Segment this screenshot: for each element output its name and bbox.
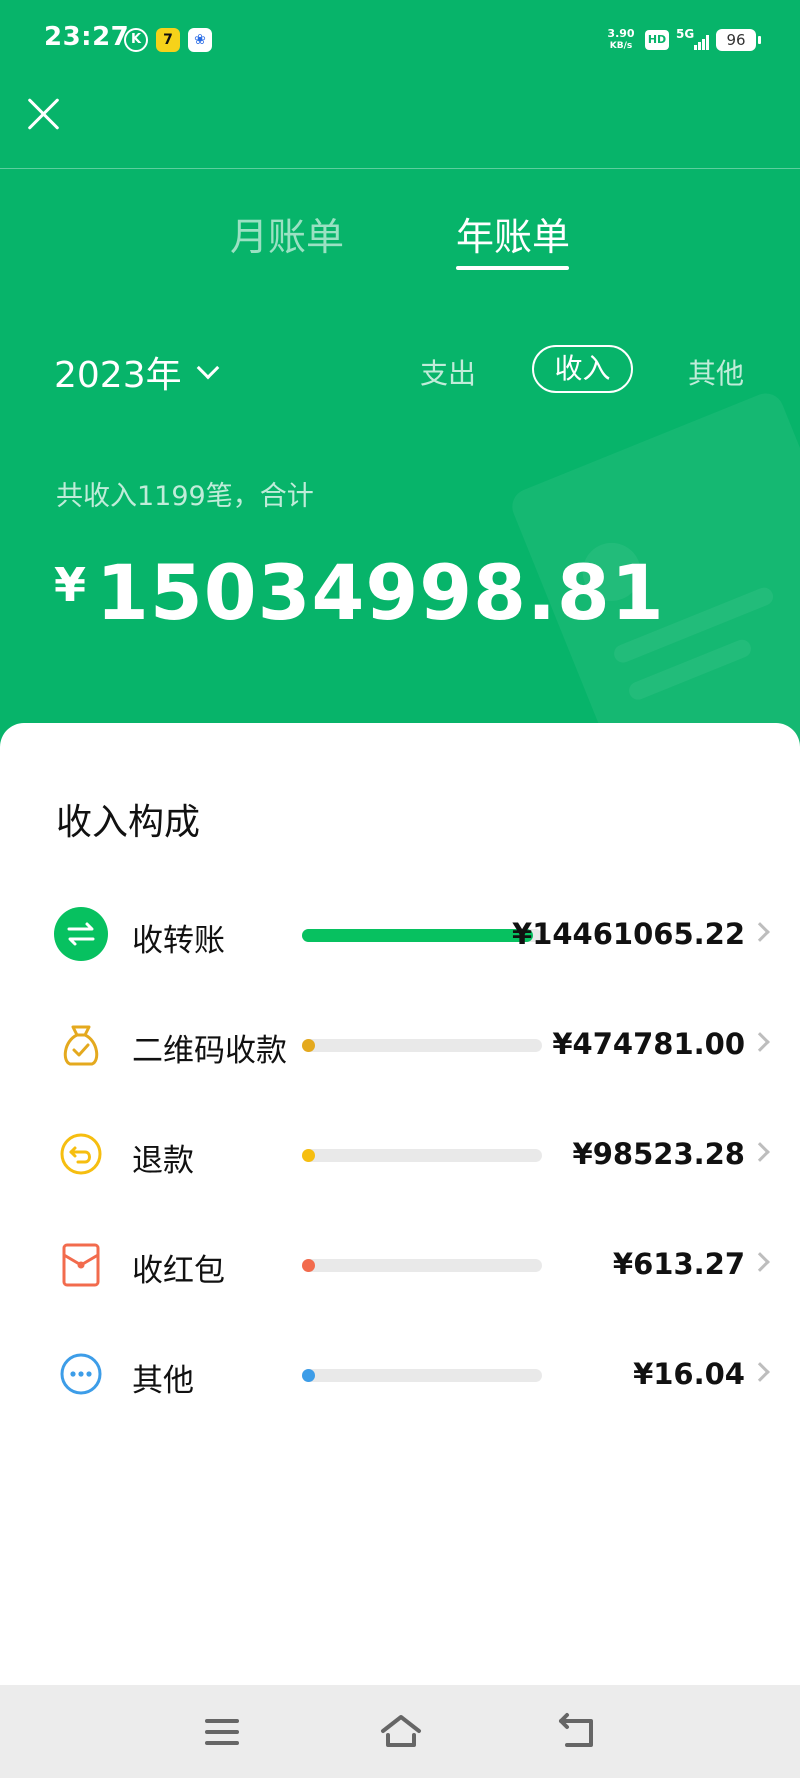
year-selector[interactable]: 2023年 bbox=[54, 346, 219, 398]
chevron-right-icon bbox=[750, 922, 770, 942]
income-total: ¥ 15034998.81 bbox=[54, 548, 665, 637]
more-icon bbox=[60, 1353, 102, 1395]
breakdown-row-other[interactable]: 其他 ¥16.04 bbox=[0, 1333, 800, 1413]
income-breakdown-card: 收入构成 收转账 ¥14461065.22 二维码收款 ¥474781.00 退 bbox=[0, 723, 800, 1685]
share-bar-track bbox=[302, 1369, 542, 1382]
chevron-right-icon bbox=[750, 1252, 770, 1272]
back-icon[interactable] bbox=[553, 1707, 603, 1757]
chevron-right-icon bbox=[750, 1362, 770, 1382]
network-speed-value: 3.90 bbox=[607, 27, 635, 40]
breakdown-amount: ¥613.27 bbox=[612, 1247, 745, 1281]
k-icon: K bbox=[124, 28, 148, 52]
chevron-right-icon bbox=[750, 1032, 770, 1052]
share-bar-fill bbox=[302, 1369, 315, 1382]
home-icon[interactable] bbox=[376, 1707, 426, 1757]
hd-icon: HD bbox=[645, 30, 669, 50]
filter-expense[interactable]: 支出 bbox=[420, 352, 476, 392]
transfer-icon bbox=[54, 907, 108, 961]
network-type: 5G bbox=[676, 27, 695, 41]
breakdown-title: 收入构成 bbox=[56, 802, 201, 843]
share-bar-track bbox=[302, 929, 542, 942]
year-label: 2023年 bbox=[54, 355, 182, 396]
share-bar-track bbox=[302, 1039, 542, 1052]
breakdown-label: 退款 bbox=[132, 1143, 194, 1179]
status-bar: 23:27 K 7 ❀ 3.90 KB/s HD 5G 96 bbox=[0, 0, 800, 80]
tab-yearly-bill[interactable]: 年账单 bbox=[456, 206, 570, 261]
header-divider bbox=[0, 168, 800, 169]
filter-other[interactable]: 其他 bbox=[688, 352, 744, 392]
system-navigation-bar bbox=[0, 1685, 800, 1778]
app-7-icon: 7 bbox=[156, 28, 180, 52]
tab-monthly-bill[interactable]: 月账单 bbox=[230, 206, 344, 261]
chevron-down-icon bbox=[196, 356, 219, 380]
share-bar-track bbox=[302, 1149, 542, 1162]
status-time: 23:27 bbox=[44, 22, 130, 52]
active-tab-indicator bbox=[456, 266, 569, 270]
network-speed-unit: KB/s bbox=[609, 41, 633, 51]
breakdown-amount: ¥14461065.22 bbox=[512, 917, 745, 951]
chevron-right-icon bbox=[750, 1142, 770, 1162]
share-bar-track bbox=[302, 1259, 542, 1272]
breakdown-amount: ¥474781.00 bbox=[552, 1027, 745, 1061]
income-summary-text: 共收入1199笔，合计 bbox=[56, 481, 314, 512]
share-bar-fill bbox=[302, 1039, 315, 1052]
breakdown-row-red-packet[interactable]: 收红包 ¥613.27 bbox=[0, 1223, 800, 1303]
refund-icon bbox=[60, 1133, 102, 1175]
close-icon[interactable] bbox=[26, 96, 62, 132]
breakdown-amount: ¥16.04 bbox=[633, 1357, 745, 1391]
signal-icon bbox=[694, 34, 710, 50]
breakdown-amount: ¥98523.28 bbox=[572, 1137, 745, 1171]
filter-income[interactable]: 收入 bbox=[532, 345, 633, 393]
share-bar-fill bbox=[302, 1259, 315, 1272]
breakdown-label: 二维码收款 bbox=[132, 1033, 287, 1069]
menu-icon[interactable] bbox=[197, 1707, 247, 1757]
share-bar-fill bbox=[302, 1149, 315, 1162]
money-bag-icon bbox=[63, 1025, 99, 1066]
breakdown-row-transfer[interactable]: 收转账 ¥14461065.22 bbox=[0, 893, 800, 973]
breakdown-label: 收转账 bbox=[132, 923, 225, 959]
network-speed: 3.90 KB/s bbox=[606, 28, 636, 52]
red-packet-icon bbox=[62, 1243, 100, 1287]
breakdown-row-qr-code[interactable]: 二维码收款 ¥474781.00 bbox=[0, 1003, 800, 1083]
breakdown-row-refund[interactable]: 退款 ¥98523.28 bbox=[0, 1113, 800, 1193]
share-bar-fill bbox=[302, 929, 533, 942]
currency-symbol: ¥ bbox=[54, 558, 87, 612]
total-amount: 15034998.81 bbox=[96, 548, 665, 637]
baidu-icon: ❀ bbox=[188, 28, 212, 52]
battery-icon: 96 bbox=[716, 29, 761, 51]
breakdown-label: 其他 bbox=[132, 1363, 194, 1399]
breakdown-label: 收红包 bbox=[132, 1253, 225, 1289]
